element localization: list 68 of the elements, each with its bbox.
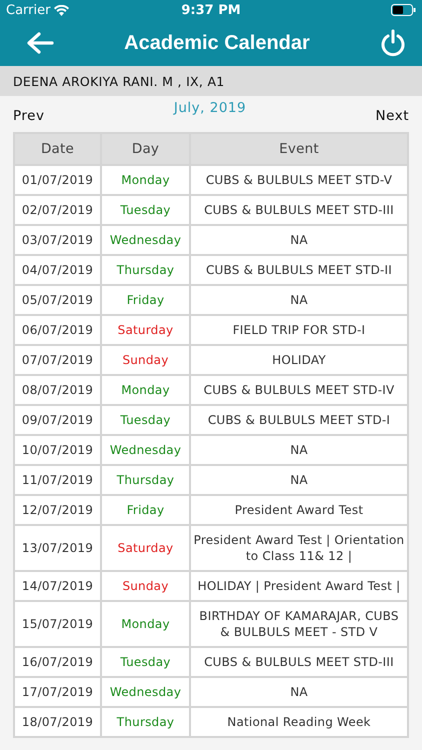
date-cell: 18/07/2019 [14,707,101,737]
event-cell: FIELD TRIP FOR STD-I [190,315,408,345]
date-cell: 05/07/2019 [14,285,101,315]
date-cell: 08/07/2019 [14,375,101,405]
date-cell: 15/07/2019 [14,601,101,647]
date-cell: 16/07/2019 [14,647,101,677]
day-cell: Tuesday [101,405,190,435]
date-cell: 03/07/2019 [14,225,101,255]
day-cell: Wednesday [101,435,190,465]
event-cell: NA [190,285,408,315]
column-header: Date [14,133,101,165]
event-cell: CUBS & BULBULS MEET STD-I [190,405,408,435]
event-cell: HOLIDAY | President Award Test | [190,571,408,601]
month-label: July, 2019 [174,100,246,116]
column-header: Day [101,133,190,165]
day-cell: Saturday [101,525,190,571]
event-cell: CUBS & BULBULS MEET STD-II [190,255,408,285]
date-cell: 13/07/2019 [14,525,101,571]
day-cell: Wednesday [101,677,190,707]
date-cell: 11/07/2019 [14,465,101,495]
event-cell: CUBS & BULBULS MEET STD-III [190,195,408,225]
screen-title: Academic Calendar [124,32,310,54]
wifi-icon [54,4,70,16]
day-cell: Sunday [101,571,190,601]
day-cell: Thursday [101,465,190,495]
day-cell: Friday [101,495,190,525]
date-cell: 10/07/2019 [14,435,101,465]
date-cell: 02/07/2019 [14,195,101,225]
event-cell: National Reading Week [190,707,408,737]
event-cell: NA [190,225,408,255]
event-cell: CUBS & BULBULS MEET STD-III [190,647,408,677]
status-time: 9:37 PM [181,2,241,18]
carrier-label: Carrier [6,2,50,18]
date-cell: 07/07/2019 [14,345,101,375]
date-cell: 04/07/2019 [14,255,101,285]
day-cell: Thursday [101,707,190,737]
day-cell: Friday [101,285,190,315]
day-cell: Monday [101,375,190,405]
student-info: DEENA AROKIYA RANI. M , IX, A1 [13,74,225,88]
date-cell: 06/07/2019 [14,315,101,345]
date-cell: 01/07/2019 [14,165,101,195]
date-cell: 17/07/2019 [14,677,101,707]
date-cell: 12/07/2019 [14,495,101,525]
date-cell: 14/07/2019 [14,571,101,601]
event-cell: CUBS & BULBULS MEET STD-IV [190,375,408,405]
event-cell: BIRTHDAY OF KAMARAJAR, CUBS & BULBULS MEET - STD V [190,601,408,647]
day-cell: Sunday [101,345,190,375]
event-cell: NA [190,677,408,707]
day-cell: Monday [101,165,190,195]
day-cell: Wednesday [101,225,190,255]
day-cell: Tuesday [101,647,190,677]
event-cell: HOLIDAY [190,345,408,375]
day-cell: Thursday [101,255,190,285]
event-cell: CUBS & BULBULS MEET STD-V [190,165,408,195]
column-header: Event [190,133,408,165]
day-cell: Monday [101,601,190,647]
date-cell: 09/07/2019 [14,405,101,435]
prev-link[interactable]: Prev [13,108,44,124]
back-button[interactable] [26,32,54,54]
battery-icon [391,4,416,16]
event-cell: NA [190,465,408,495]
event-cell: President Award Test [190,495,408,525]
event-cell: President Award Test | Orientation to Class 11& 12 | [190,525,408,571]
next-link[interactable]: Next [376,108,409,124]
day-cell: Tuesday [101,195,190,225]
power-button[interactable] [380,29,406,57]
day-cell: Saturday [101,315,190,345]
event-cell: NA [190,435,408,465]
